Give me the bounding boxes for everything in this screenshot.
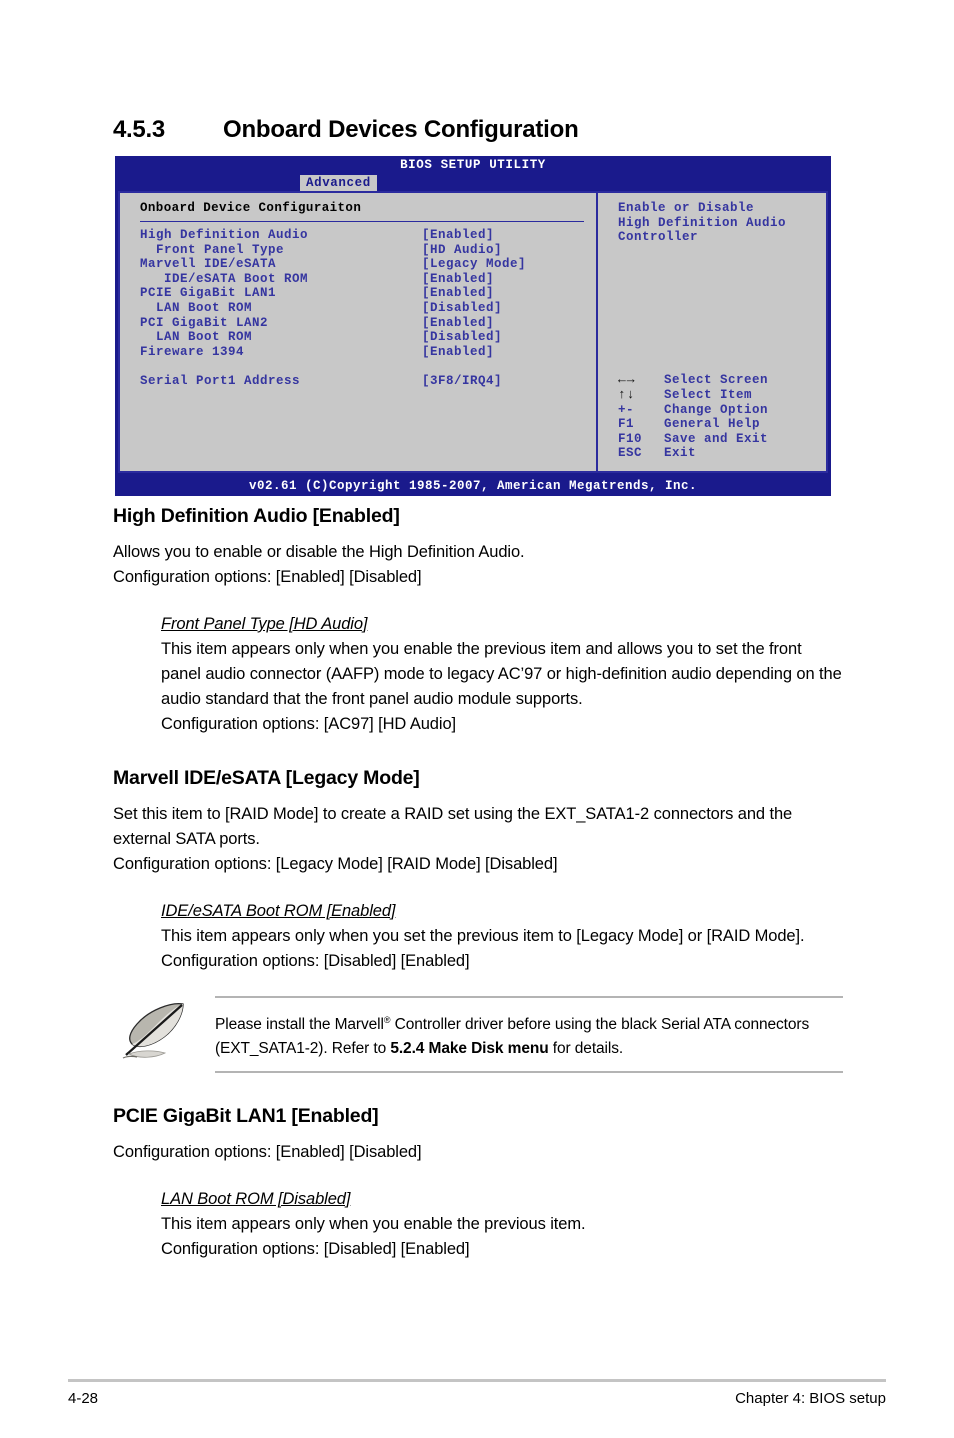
bios-title: BIOS SETUP UTILITY — [400, 158, 546, 172]
heading-pcie-gigabit-lan1: PCIE GigaBit LAN1 [Enabled] — [113, 1105, 379, 1128]
legend-key: ESC — [618, 446, 643, 461]
bios-option-row[interactable]: LAN Boot ROM [Disabled] — [140, 301, 596, 316]
bios-setup-screen: BIOS SETUP UTILITY Advanced Onboard Devi… — [115, 156, 831, 496]
bios-option-row[interactable]: PCI GigaBit LAN2 [Enabled] — [140, 316, 596, 331]
bios-option-row[interactable]: Serial Port1 Address [3F8/IRQ4] — [140, 374, 596, 389]
section-heading: 4.5.3 Onboard Devices Configuration — [113, 116, 843, 144]
bios-option-row[interactable]: High Definition Audio [Enabled] — [140, 228, 596, 243]
quill-pen-icon — [119, 1000, 197, 1062]
bios-option-label: PCI GigaBit LAN2 — [140, 315, 269, 330]
bios-option-label: LAN Boot ROM — [140, 300, 253, 315]
hda-description: Allows you to enable or disable the High… — [113, 543, 525, 561]
bios-body: Onboard Device Configuraiton High Defini… — [118, 191, 828, 473]
bios-option-value[interactable]: [Enabled] — [422, 286, 572, 301]
legend-key: F1 — [618, 417, 635, 432]
panel-heading: Onboard Device Configuraiton — [140, 201, 362, 215]
note-text-part-1: Please install the Marvell — [215, 1016, 384, 1034]
legend-key: F10 — [618, 431, 643, 446]
note-text: Please install the Marvell® Controller d… — [215, 1008, 843, 1061]
arrow-keys-icon: ←→ — [618, 372, 636, 388]
bios-option-value[interactable]: [Enabled] — [422, 272, 572, 287]
legend-label: Save and Exit — [664, 431, 769, 446]
bios-option-row[interactable]: Front Panel Type [HD Audio] — [140, 243, 596, 258]
bios-option-value[interactable]: [Disabled] — [422, 330, 572, 345]
ide-esata-boot-rom-heading: IDE/eSATA Boot ROM [Enabled] — [161, 902, 396, 920]
panel-divider — [140, 221, 584, 222]
bios-option-row[interactable]: Marvell IDE/eSATA [Legacy Mode] — [140, 257, 596, 272]
note-box: Please install the Marvell® Controller d… — [113, 996, 843, 1074]
bios-option-row[interactable]: Fireware 1394 [Enabled] — [140, 345, 596, 360]
section-title: Onboard Devices Configuration — [223, 116, 579, 143]
bios-option-value[interactable]: [Legacy Mode] — [422, 257, 572, 272]
bios-option-value[interactable]: [Disabled] — [422, 301, 572, 316]
bios-option-row[interactable]: PCIE GigaBit LAN1 [Enabled] — [140, 286, 596, 301]
hda-config-options: Configuration options: [Enabled] [Disabl… — [113, 568, 422, 586]
subsection-ide-esata-boot-rom: IDE/eSATA Boot ROM [Enabled] This item a… — [161, 899, 843, 974]
heading-marvell-ide-esata: Marvell IDE/eSATA [Legacy Mode] — [113, 767, 420, 789]
legend-label: Exit — [664, 446, 697, 461]
bios-title-bar: BIOS SETUP UTILITY — [115, 156, 831, 175]
bios-option-list: High Definition Audio [Enabled] Front Pan… — [120, 228, 596, 389]
bios-option-label: Marvell IDE/eSATA — [140, 257, 277, 272]
legend-label: Select Item — [664, 388, 753, 403]
legend-label: General Help — [664, 417, 761, 432]
subsection-front-panel-type: Front Panel Type [HD Audio] This item ap… — [161, 612, 843, 737]
note-text-part-3: for details. — [548, 1040, 624, 1058]
bios-option-value[interactable]: [HD Audio] — [422, 243, 572, 258]
lan-boot-rom-description: This item appears only when you enable t… — [161, 1215, 586, 1234]
ide-esata-boot-rom-config-options: Configuration options: [Disabled] [Enabl… — [161, 952, 470, 970]
bios-help-panel: Enable or Disable High Definition Audio … — [598, 193, 826, 471]
help-text: Enable or Disable High Definition Audio … — [618, 201, 787, 245]
tab-advanced[interactable]: Advanced — [300, 175, 377, 191]
bios-option-value[interactable]: [3F8/IRQ4] — [422, 374, 572, 389]
bios-option-spacer — [140, 359, 596, 374]
front-panel-type-heading: Front Panel Type [HD Audio] — [161, 615, 368, 633]
note-content: Please install the Marvell® Controller d… — [215, 996, 843, 1074]
footer-divider — [68, 1379, 886, 1382]
legend-row: +- Change Option — [618, 403, 768, 418]
bios-key-legend: ←→ Select Screen ↑↓ Select Item +- Change Opt… — [618, 373, 768, 461]
bios-option-value[interactable]: [Enabled] — [422, 228, 572, 243]
legend-row: ←→ Select Screen — [618, 373, 768, 388]
bios-option-label: Front Panel Type — [140, 242, 285, 257]
ide-esata-boot-rom-description: This item appears only when you set the … — [161, 927, 805, 945]
section-number: 4.5.3 — [113, 116, 165, 143]
lan-boot-rom-heading: LAN Boot ROM [Disabled] — [161, 1190, 351, 1209]
bios-option-row[interactable]: LAN Boot ROM [Disabled] — [140, 330, 596, 345]
marvell-config-options: Configuration options: [Legacy Mode] [RA… — [113, 855, 558, 873]
marvell-description: Set this item to [RAID Mode] to create a… — [113, 805, 793, 848]
document-body: High Definition Audio [Enabled] Allows y… — [113, 505, 843, 1262]
bios-footer: v02.61 (C)Copyright 1985-2007, American … — [115, 476, 831, 496]
front-panel-type-config-options: Configuration options: [AC97] [HD Audio] — [161, 715, 457, 733]
bios-option-label: IDE/eSATA Boot ROM — [140, 271, 309, 286]
legend-label: Change Option — [664, 402, 769, 417]
bios-option-value[interactable]: [Enabled] — [422, 345, 572, 360]
arrow-keys-icon: ↑↓ — [618, 387, 636, 403]
pcie-config-options: Configuration options: [Enabled] [Disabl… — [113, 1143, 422, 1162]
legend-key: +- — [618, 402, 635, 417]
page-number: 4-28 — [68, 1390, 99, 1407]
chapter-label: Chapter 4: BIOS setup — [735, 1390, 886, 1407]
bios-option-label: High Definition Audio — [140, 228, 309, 242]
legend-row: F1 General Help — [618, 417, 768, 432]
legend-row: ↑↓ Select Item — [618, 387, 768, 403]
legend-label: Select Screen — [664, 373, 769, 388]
bios-option-label: Serial Port1 Address — [140, 373, 301, 388]
bios-options-panel: Onboard Device Configuraiton High Defini… — [120, 193, 598, 471]
bios-option-row[interactable]: IDE/eSATA Boot ROM [Enabled] — [140, 272, 596, 287]
lan-boot-rom-config-options: Configuration options: [Disabled] [Enabl… — [161, 1240, 470, 1259]
legend-row: ESC Exit — [618, 446, 768, 461]
bios-tab-bar: Advanced — [115, 175, 831, 191]
bios-option-label: PCIE GigaBit LAN1 — [140, 286, 277, 301]
heading-high-definition-audio: High Definition Audio [Enabled] — [113, 505, 400, 527]
bios-option-label: Fireware 1394 — [140, 344, 245, 359]
bios-option-label: LAN Boot ROM — [140, 330, 253, 345]
front-panel-type-description: This item appears only when you enable t… — [161, 640, 842, 708]
legend-row: F10 Save and Exit — [618, 432, 768, 447]
subsection-lan-boot-rom: LAN Boot ROM [Disabled] This item appear… — [161, 1187, 843, 1262]
note-text-bold-ref: 5.2.4 Make Disk menu — [390, 1040, 549, 1058]
bios-option-value[interactable]: [Enabled] — [422, 316, 572, 331]
